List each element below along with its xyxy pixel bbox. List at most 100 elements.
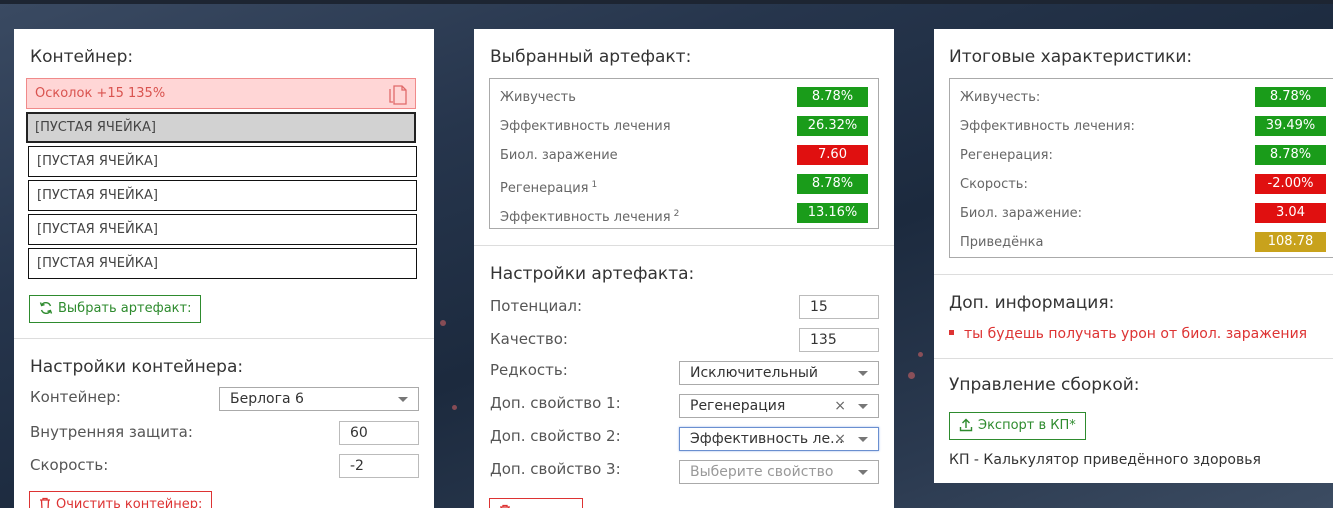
total-stat-row: Живучесть: 8.78% bbox=[960, 87, 1326, 109]
upload-icon bbox=[959, 418, 973, 432]
info-item-text: ты будешь получать урон от биол. заражен… bbox=[964, 326, 1307, 342]
inner-protection-value: 60 bbox=[350, 425, 368, 441]
prop1-label: Доп. свойство 1: bbox=[490, 393, 621, 413]
slot-text: Осколок +15 135% bbox=[35, 86, 165, 101]
chevron-down-icon bbox=[858, 371, 868, 376]
prop3-placeholder: Выберите свойство bbox=[690, 464, 833, 480]
window-top-bar bbox=[0, 0, 1333, 4]
trash-icon bbox=[499, 504, 511, 508]
container-speed-label: Скорость: bbox=[30, 455, 108, 475]
container-type-label: Контейнер: bbox=[30, 387, 121, 407]
stat-value: 8.78% bbox=[797, 87, 868, 107]
container-speed-value: -2 bbox=[350, 458, 364, 474]
prop2-select[interactable]: Эффективность ле... × bbox=[679, 427, 879, 451]
artifact-settings-title: Настройки артефакта: bbox=[490, 263, 694, 285]
container-panel: Контейнер: Осколок +15 135% [ПУСТАЯ ЯЧЕЙ… bbox=[14, 29, 434, 508]
artifact-stats-box: Живучесть 8.78% Эффективность лечения 26… bbox=[489, 78, 879, 229]
footnote-text: КП - Калькулятор приведённого здоровья bbox=[949, 451, 1261, 469]
potential-value: 15 bbox=[810, 299, 828, 315]
stat-value: 108.78 bbox=[1255, 232, 1326, 252]
stat-value: -2.00% bbox=[1255, 174, 1326, 194]
info-item: ты будешь получать урон от биол. заражен… bbox=[949, 325, 1307, 343]
section-divider bbox=[474, 245, 894, 246]
stat-value: 8.78% bbox=[797, 174, 868, 194]
prop1-select[interactable]: Регенерация × bbox=[679, 394, 879, 418]
container-type-select[interactable]: Берлога 6 bbox=[219, 387, 419, 411]
stat-label: Регенерация1 bbox=[500, 176, 597, 198]
close-icon[interactable]: × bbox=[834, 428, 846, 450]
artifact-stat-row: Эффективность лечения 26.32% bbox=[500, 116, 868, 138]
container-speed-input[interactable]: -2 bbox=[339, 454, 419, 478]
container-slot-empty[interactable]: [ПУСТАЯ ЯЧЕЙКА] bbox=[28, 214, 417, 245]
totals-panel: Итоговые характеристики: Живучесть: 8.78… bbox=[934, 29, 1333, 483]
container-slot-empty[interactable]: [ПУСТАЯ ЯЧЕЙКА] bbox=[28, 248, 417, 279]
clear-container-label: Очистить контейнер: bbox=[56, 497, 202, 508]
slot-text: [ПУСТАЯ ЯЧЕЙКА] bbox=[37, 256, 158, 271]
document-copy-icon[interactable] bbox=[389, 83, 407, 105]
choose-artifact-label: Выбрать артефакт: bbox=[58, 301, 191, 316]
artifact-stat-row: Регенерация1 8.78% bbox=[500, 174, 868, 196]
choose-artifact-button[interactable]: Выбрать артефакт: bbox=[29, 295, 201, 323]
container-slot-empty[interactable]: [ПУСТАЯ ЯЧЕЙКА] bbox=[28, 180, 417, 211]
totals-stats-box: Живучесть: 8.78% Эффективность лечения: … bbox=[949, 78, 1333, 258]
potential-input[interactable]: 15 bbox=[799, 295, 879, 319]
stat-value: 8.78% bbox=[1255, 145, 1326, 165]
chevron-down-icon bbox=[398, 397, 408, 402]
info-title: Доп. информация: bbox=[949, 292, 1114, 314]
quality-label: Качество: bbox=[490, 329, 568, 349]
prop3-select[interactable]: Выберите свойство bbox=[679, 460, 879, 484]
chevron-down-icon bbox=[858, 470, 868, 475]
artifact-stat-row: Биол. заражение 7.60 bbox=[500, 145, 868, 167]
total-stat-row: Скорость: -2.00% bbox=[960, 174, 1326, 196]
stat-label: Живучесть bbox=[500, 89, 576, 107]
build-title: Управление сборкой: bbox=[949, 374, 1140, 396]
total-stat-row: Биол. заражение: 3.04 bbox=[960, 203, 1326, 225]
prop2-label: Доп. свойство 2: bbox=[490, 426, 621, 446]
artifact-action-button[interactable] bbox=[489, 498, 583, 508]
trash-icon bbox=[39, 497, 51, 508]
container-slot-empty[interactable]: [ПУСТАЯ ЯЧЕЙКА] bbox=[28, 146, 417, 177]
quality-input[interactable]: 135 bbox=[799, 328, 879, 352]
rarity-select[interactable]: Исключительный bbox=[679, 361, 879, 385]
artifact-panel: Выбранный артефакт: Живучесть 8.78% Эффе… bbox=[474, 29, 894, 508]
stat-label: Эффективность лечения bbox=[500, 118, 671, 136]
slot-text: [ПУСТАЯ ЯЧЕЙКА] bbox=[35, 120, 156, 135]
container-slot-selected[interactable]: [ПУСТАЯ ЯЧЕЙКА] bbox=[26, 112, 416, 143]
section-divider bbox=[934, 274, 1333, 275]
stat-value: 8.78% bbox=[1255, 87, 1326, 107]
stat-value: 26.32% bbox=[797, 116, 868, 136]
stat-value: 39.49% bbox=[1255, 116, 1326, 136]
clear-container-button[interactable]: Очистить контейнер: bbox=[29, 491, 212, 508]
artifact-stat-row: Эффективность лечения2 13.16% bbox=[500, 203, 868, 225]
total-stat-row: Регенерация: 8.78% bbox=[960, 145, 1326, 167]
stat-value: 7.60 bbox=[797, 145, 868, 165]
inner-protection-label: Внутренняя защита: bbox=[30, 422, 193, 442]
stat-label: Эффективность лечения: bbox=[960, 118, 1135, 136]
container-title: Контейнер: bbox=[30, 46, 133, 68]
export-label: Экспорт в КП* bbox=[978, 418, 1076, 433]
total-stat-row: Эффективность лечения: 39.49% bbox=[960, 116, 1326, 138]
chevron-down-icon bbox=[858, 437, 868, 442]
slot-text: [ПУСТАЯ ЯЧЕЙКА] bbox=[37, 188, 158, 203]
prop2-value: Эффективность ле... bbox=[690, 431, 843, 447]
stat-label: Биол. заражение bbox=[500, 147, 618, 165]
prop1-value: Регенерация bbox=[690, 398, 785, 414]
stat-label: Биол. заражение: bbox=[960, 205, 1082, 223]
potential-label: Потенциал: bbox=[490, 296, 582, 316]
stat-label: Приведёнка bbox=[960, 234, 1043, 252]
background-light bbox=[440, 320, 446, 326]
stat-value: 3.04 bbox=[1255, 203, 1326, 223]
section-divider bbox=[14, 338, 434, 339]
rarity-value: Исключительный bbox=[690, 365, 818, 381]
close-icon[interactable]: × bbox=[834, 395, 846, 417]
export-button[interactable]: Экспорт в КП* bbox=[949, 412, 1086, 440]
background-light bbox=[452, 405, 457, 410]
container-slot-filled[interactable]: Осколок +15 135% bbox=[26, 78, 416, 109]
stat-label: Эффективность лечения2 bbox=[500, 205, 679, 227]
slot-text: [ПУСТАЯ ЯЧЕЙКА] bbox=[37, 154, 158, 169]
stat-label: Регенерация: bbox=[960, 147, 1053, 165]
total-stat-row: Приведёнка 108.78 bbox=[960, 232, 1326, 254]
background-light bbox=[918, 352, 923, 357]
stat-label: Живучесть: bbox=[960, 89, 1040, 107]
inner-protection-input[interactable]: 60 bbox=[339, 421, 419, 445]
